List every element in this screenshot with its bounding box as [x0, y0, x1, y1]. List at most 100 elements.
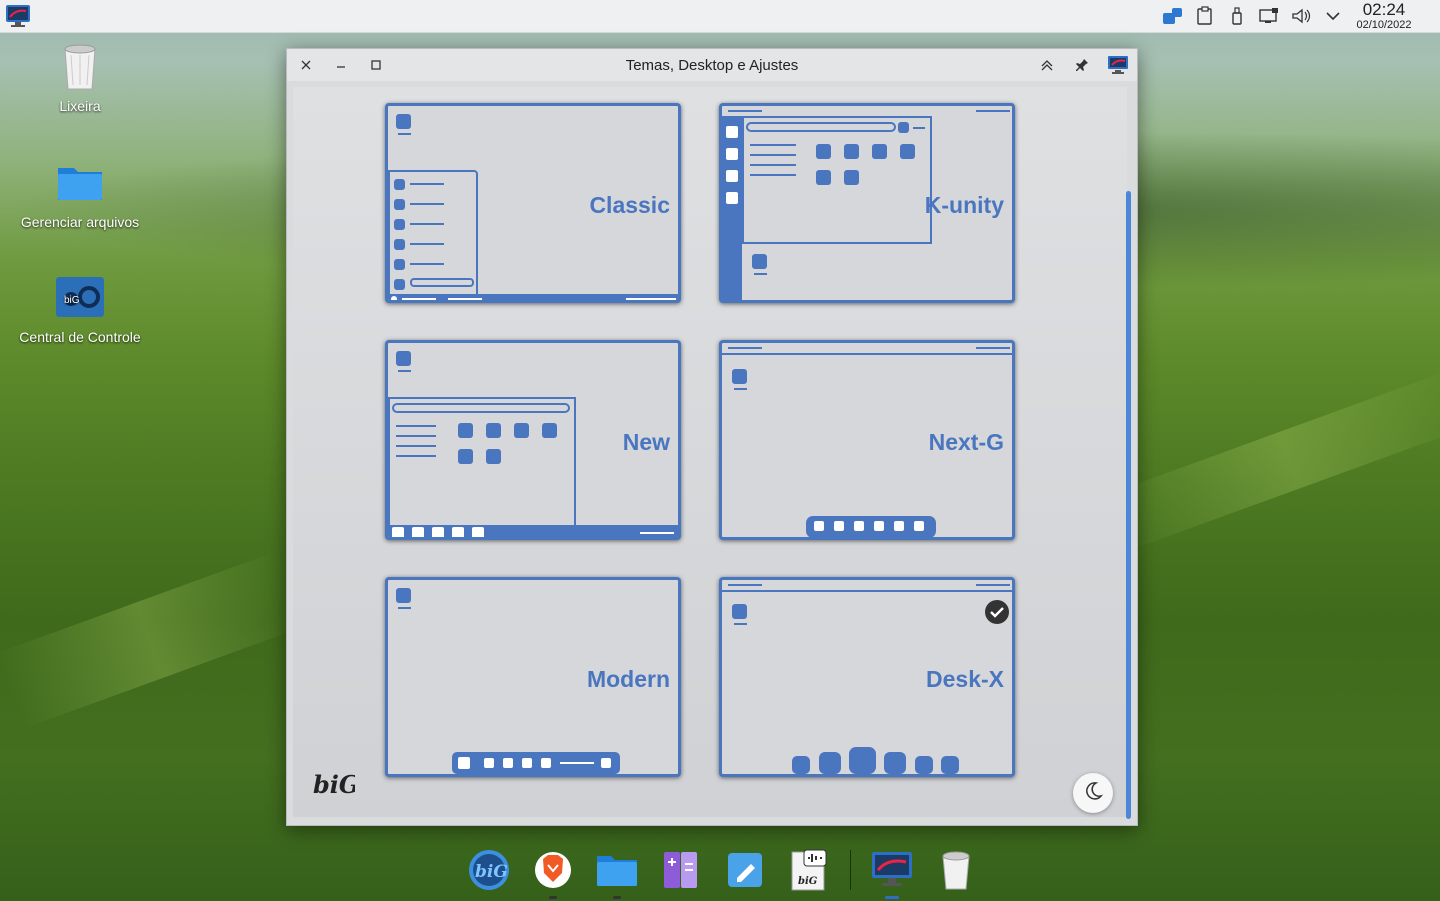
- preview-item: [844, 144, 859, 159]
- trash-icon[interactable]: [933, 847, 979, 893]
- preview-line: [448, 298, 482, 300]
- preview-line: [750, 174, 796, 176]
- preview-line: [398, 133, 411, 135]
- preview-item: [874, 521, 884, 531]
- preview-item: [816, 144, 831, 159]
- launcher-icon[interactable]: [4, 3, 32, 29]
- preview-item: [900, 144, 915, 159]
- preview-dock: [722, 116, 742, 300]
- preview-line: [750, 144, 796, 146]
- preview-line: [976, 110, 1010, 112]
- preview-item: [941, 756, 959, 774]
- bigcontrol-icon[interactable]: [1162, 5, 1184, 27]
- big-launcher-icon[interactable]: biG: [466, 847, 512, 893]
- preview-item: [792, 756, 810, 774]
- clock-time: 02:24: [1362, 0, 1406, 19]
- preview-line: [976, 347, 1010, 349]
- preview-line: [398, 370, 411, 372]
- layout-card-desk-x[interactable]: Desk-X: [719, 577, 1015, 777]
- preview-line: [640, 532, 674, 534]
- preview-topbar: [722, 353, 1012, 355]
- layout-card-k-unity[interactable]: K-unity: [719, 103, 1015, 303]
- preview-item: [884, 752, 906, 774]
- usb-icon[interactable]: [1226, 5, 1248, 27]
- clock-date: 02/10/2022: [1356, 19, 1412, 31]
- preview-item: [898, 122, 909, 133]
- preview-item: [514, 423, 529, 438]
- layout-label: New: [622, 429, 670, 455]
- layout-label: K-unity: [924, 192, 1004, 218]
- desktop-icon-control-center[interactable]: biG Central de Controle: [10, 271, 150, 345]
- layout-card-new[interactable]: New: [385, 340, 681, 540]
- layout-card-next-g[interactable]: Next-G: [719, 340, 1015, 540]
- preview-item: [394, 199, 405, 210]
- scrollbar[interactable]: [1126, 191, 1131, 819]
- layout-card-classic[interactable]: Classic: [385, 103, 681, 303]
- window-title: Temas, Desktop e Ajustes: [625, 57, 799, 74]
- preview-search: [410, 278, 474, 287]
- svg-text:biG: biG: [313, 770, 355, 799]
- preview-line: [396, 455, 436, 457]
- preview-item: [472, 527, 484, 537]
- preview-item: [394, 259, 405, 270]
- moon-icon: [1082, 780, 1104, 807]
- system-tray: [1162, 5, 1344, 27]
- preview-line: [410, 223, 444, 225]
- text-editor-icon[interactable]: [722, 847, 768, 893]
- desktop-icon-preview: [732, 604, 747, 619]
- preview-item: [392, 527, 404, 537]
- file-manager-icon[interactable]: [594, 847, 640, 899]
- desktop-icon-files[interactable]: Gerenciar arquivos: [10, 156, 150, 230]
- desktop-icon-trash[interactable]: Lixeira: [10, 40, 150, 114]
- dock-separator: [850, 850, 851, 890]
- brave-browser-icon[interactable]: [530, 847, 576, 899]
- desktop-icon-preview: [396, 588, 411, 603]
- preview-item: [849, 747, 876, 774]
- window-titlebar[interactable]: Temas, Desktop e Ajustes: [287, 49, 1137, 81]
- svg-text:biG: biG: [798, 876, 818, 887]
- preview-item: [872, 144, 887, 159]
- clock[interactable]: 02:24 02/10/2022: [1346, 0, 1422, 32]
- preview-item: [432, 527, 444, 537]
- preview-line: [410, 203, 444, 205]
- preview-item: [486, 449, 501, 464]
- preview-dock: [452, 752, 620, 774]
- preview-item: [726, 148, 738, 160]
- top-panel: 02:24 02/10/2022: [0, 0, 1440, 33]
- bigcontrol-doc-icon[interactable]: biG: [786, 847, 832, 893]
- preview-line: [396, 435, 436, 437]
- expand-tray-icon[interactable]: [1322, 5, 1344, 27]
- preview-item: [816, 170, 831, 185]
- app-icon: [1106, 55, 1130, 75]
- preview-item: [412, 527, 424, 537]
- display-icon[interactable]: [1258, 5, 1280, 27]
- volume-icon[interactable]: [1290, 5, 1312, 27]
- preview-line: [734, 623, 747, 625]
- clipboard-icon[interactable]: [1194, 5, 1216, 27]
- preview-window: [742, 116, 932, 244]
- preview-line: [396, 425, 436, 427]
- preview-item: [726, 170, 738, 182]
- preview-line: [750, 164, 796, 166]
- desktop-icon-label: Gerenciar arquivos: [20, 214, 140, 230]
- preview-item: [394, 279, 405, 290]
- preview-item: [854, 521, 864, 531]
- preview-item: [834, 521, 844, 531]
- preview-item: [503, 758, 513, 768]
- preview-line: [976, 584, 1010, 586]
- preview-line: [410, 263, 444, 265]
- preview-item: [458, 423, 473, 438]
- preview-search: [746, 122, 896, 132]
- keep-above-button[interactable]: [1037, 55, 1057, 75]
- pin-button[interactable]: [1072, 55, 1092, 75]
- layout-card-modern[interactable]: Modern: [385, 577, 681, 777]
- notes-app-icon[interactable]: [658, 847, 704, 893]
- preview-item: [601, 758, 611, 768]
- svg-text:biG: biG: [475, 862, 508, 882]
- layouts-panel: Classic K-unity New Next-G Modern Desk-X…: [293, 87, 1127, 817]
- night-mode-button[interactable]: [1073, 773, 1113, 813]
- layout-label: Next-G: [928, 429, 1004, 455]
- desktop-settings-icon[interactable]: [869, 847, 915, 899]
- preview-window: [388, 397, 576, 527]
- preview-item: [486, 423, 501, 438]
